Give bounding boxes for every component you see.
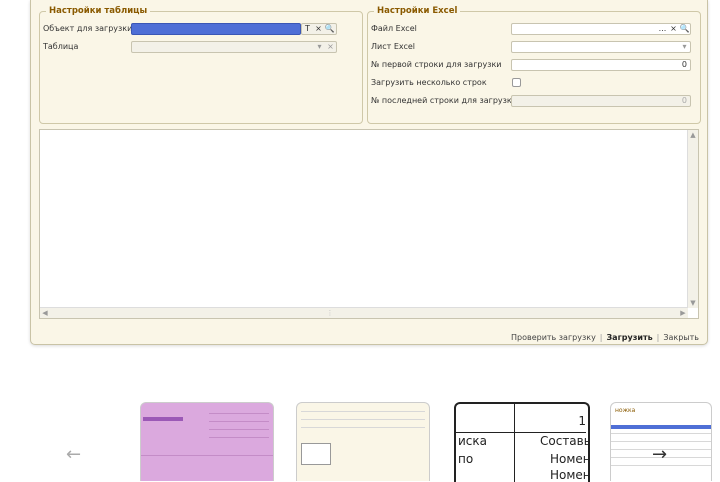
scroll-down-icon[interactable]: ▼ xyxy=(688,298,698,308)
footer-separator: | xyxy=(599,333,603,342)
thumb-number: 1 xyxy=(578,414,586,428)
file-input[interactable]: ... × 🔍 xyxy=(511,23,691,35)
import-dialog: Настройки таблицы Объект для загрузки T … xyxy=(30,0,708,345)
first-row-input[interactable]: 0 xyxy=(511,59,691,71)
scroll-thumb-icon[interactable]: ⋮ xyxy=(325,308,335,318)
object-buttons: T × 🔍 xyxy=(301,23,337,35)
table-settings-legend: Настройки таблицы xyxy=(49,6,148,16)
load-button[interactable]: Загрузить xyxy=(607,333,653,342)
first-row-value: 0 xyxy=(681,60,687,69)
sheet-label: Лист Excel xyxy=(371,42,416,51)
thumb-text: Составь xyxy=(540,434,590,448)
first-row-label: № первой строки для загрузки xyxy=(371,60,502,69)
multi-rows-checkbox[interactable] xyxy=(512,78,521,87)
thumb-table xyxy=(301,443,331,465)
thumb-text: по xyxy=(458,452,474,466)
table-label: Таблица xyxy=(43,42,79,51)
next-arrow-icon[interactable]: → xyxy=(652,444,667,465)
thumb-text: Номен xyxy=(550,452,590,466)
thumb-line xyxy=(141,455,273,456)
thumb-line xyxy=(611,441,711,442)
scroll-left-icon[interactable]: ◀ xyxy=(40,308,50,318)
browse-icon[interactable]: ... xyxy=(657,24,668,34)
scroll-right-icon[interactable]: ▶ xyxy=(678,308,688,318)
thumbnail-3[interactable]: 1 иска Составь по Номен Номен xyxy=(454,402,590,482)
chevron-down-icon[interactable]: ▾ xyxy=(314,42,325,52)
spreadsheet-area[interactable]: ▲ ▼ ◀ ⋮ ▶ xyxy=(39,129,699,319)
thumbnail-2[interactable] xyxy=(296,402,430,481)
thumbnail-carousel: ← 1 иска Составь по Номен Номен ножка → xyxy=(0,402,720,482)
footer-separator: | xyxy=(656,333,660,342)
dialog-footer: Проверить загрузку | Загрузить | Закрыть xyxy=(511,333,699,342)
sheet-select[interactable]: ▾ xyxy=(511,41,691,53)
last-row-input[interactable]: 0 xyxy=(511,95,691,107)
chevron-down-icon[interactable]: ▾ xyxy=(679,42,690,52)
thumb-line xyxy=(456,432,586,433)
horizontal-scrollbar[interactable]: ◀ ⋮ ▶ xyxy=(40,307,688,318)
thumb-line xyxy=(301,427,425,428)
thumb-title: ножка xyxy=(615,407,636,414)
prev-arrow-icon[interactable]: ← xyxy=(66,444,81,465)
close-button[interactable]: Закрыть xyxy=(663,333,699,342)
thumb-line xyxy=(209,429,269,430)
thumb-line xyxy=(301,411,425,412)
last-row-label: № последней строки для загрузки xyxy=(371,96,517,105)
thumb-line xyxy=(514,404,515,482)
thumb-line xyxy=(209,413,269,414)
object-input[interactable] xyxy=(131,23,301,35)
thumbnail-4[interactable]: ножка xyxy=(610,402,712,481)
file-label: Файл Excel xyxy=(371,24,417,33)
clear-icon[interactable]: × xyxy=(325,42,336,52)
excel-settings-legend: Настройки Excel xyxy=(377,6,458,16)
thumb-line xyxy=(611,433,711,434)
clear-icon[interactable]: × xyxy=(313,24,324,34)
object-label: Объект для загрузки xyxy=(43,24,133,33)
thumb-selection-bar xyxy=(611,425,711,429)
clear-icon[interactable]: × xyxy=(668,24,679,34)
last-row-value: 0 xyxy=(681,96,687,105)
search-icon[interactable]: 🔍 xyxy=(324,24,335,34)
table-select[interactable]: ▾ × xyxy=(131,41,337,53)
scroll-up-icon[interactable]: ▲ xyxy=(688,130,698,140)
search-icon[interactable]: 🔍 xyxy=(679,24,690,34)
thumb-line xyxy=(209,421,269,422)
thumb-line xyxy=(209,437,269,438)
vertical-scrollbar[interactable]: ▲ ▼ xyxy=(687,130,698,308)
thumb-text: иска xyxy=(458,434,487,448)
check-load-link[interactable]: Проверить загрузку xyxy=(511,333,596,342)
thumbnail-1[interactable] xyxy=(140,402,274,481)
type-icon[interactable]: T xyxy=(302,24,313,34)
thumb-selection-bar xyxy=(143,417,183,421)
multi-rows-label: Загрузить несколько строк xyxy=(371,78,487,87)
thumb-line xyxy=(301,419,425,420)
thumb-line xyxy=(611,465,711,466)
